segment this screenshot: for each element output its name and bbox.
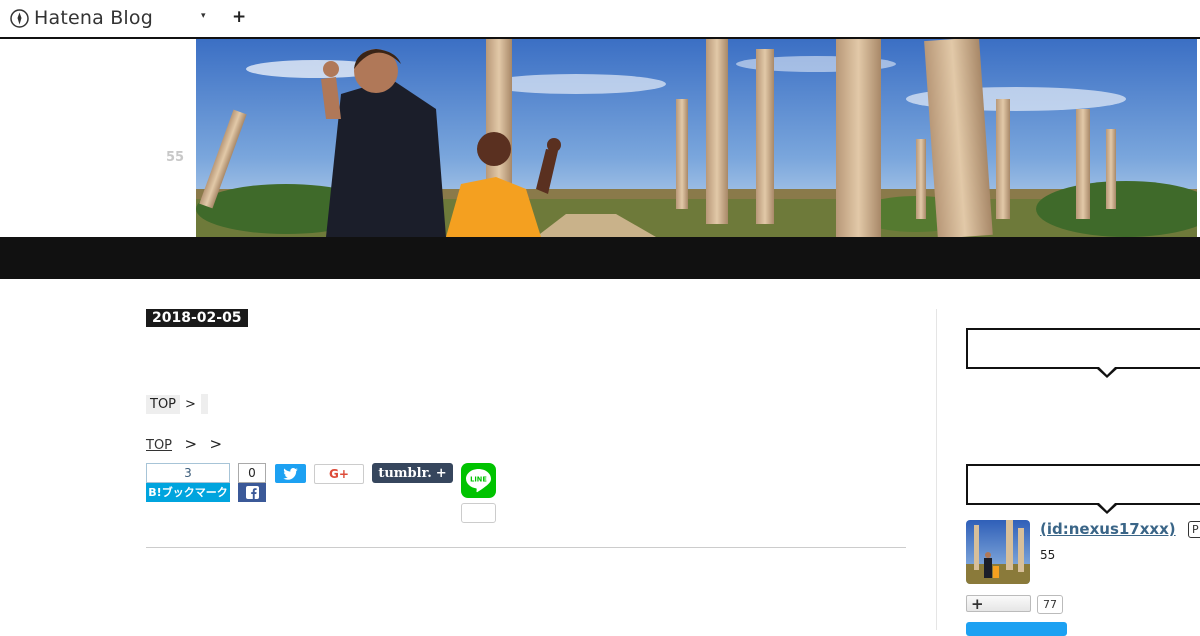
breadcrumb-top-link[interactable]: TOP (146, 394, 181, 414)
line-label: LINE (470, 476, 487, 484)
pro-badge: P (1188, 521, 1200, 538)
breadcrumb-category[interactable] (200, 394, 208, 414)
header-count: 55 (166, 150, 185, 165)
new-entry-plus-icon[interactable]: + (232, 7, 246, 27)
tumblr-label: tumblr. (378, 465, 432, 481)
line-icon: LINE (466, 469, 491, 493)
breadcrumb-secondary: TOP > > (146, 435, 222, 453)
author-id-link[interactable]: (id:nexus17xxx) (1040, 520, 1176, 538)
hatena-bookmark-button[interactable]: 3 B!ブックマーク (146, 463, 230, 502)
plus-icon: + (971, 594, 984, 613)
speech-notch-inner (1099, 367, 1115, 375)
sidebar-divider (936, 309, 937, 630)
breadcrumb-separator: > (185, 396, 196, 412)
twitter-share-button[interactable] (275, 464, 306, 483)
sidebar-module-title (966, 328, 1200, 369)
follow-button[interactable]: + (966, 594, 1031, 613)
hatena-pen-icon (10, 8, 29, 28)
global-header: Hatena Blog ▾ + (0, 0, 1200, 39)
logo-text: Hatena Blog (34, 7, 153, 29)
hatena-bookmark-count[interactable]: 3 (146, 463, 230, 483)
breadcrumb-top-link[interactable]: TOP (146, 438, 172, 453)
facebook-share-count: 0 (238, 463, 266, 483)
facebook-icon[interactable] (238, 483, 266, 502)
facebook-share-button[interactable]: 0 (238, 463, 266, 502)
entry-divider (146, 547, 906, 548)
breadcrumb: TOP > (146, 394, 208, 414)
sidebar-module-title (966, 464, 1200, 505)
author-count: 55 (1040, 548, 1056, 562)
hatena-blog-logo[interactable]: Hatena Blog (10, 7, 153, 29)
chevron-down-icon[interactable]: ▾ (201, 11, 206, 21)
author-avatar[interactable] (966, 520, 1030, 584)
speech-notch-inner (1099, 503, 1115, 511)
entry-date[interactable]: 2018-02-05 (146, 309, 248, 327)
breadcrumb-separator: > (209, 435, 223, 453)
global-nav-bar (0, 237, 1200, 279)
follower-count: 77 (1037, 595, 1063, 614)
twitter-bird-icon (283, 467, 298, 480)
hatena-bookmark-label[interactable]: B!ブックマーク (146, 483, 230, 502)
line-share-count (461, 503, 496, 523)
google-plus-share-button[interactable]: G+ (314, 464, 364, 484)
twitter-follow-button[interactable] (966, 622, 1067, 636)
tumblr-share-button[interactable]: tumblr. + (372, 463, 453, 483)
breadcrumb-separator: > (184, 435, 198, 453)
tumblr-plus-icon: + (435, 465, 447, 481)
line-share-button[interactable]: LINE (461, 463, 496, 498)
header-banner-image[interactable] (196, 39, 1197, 237)
